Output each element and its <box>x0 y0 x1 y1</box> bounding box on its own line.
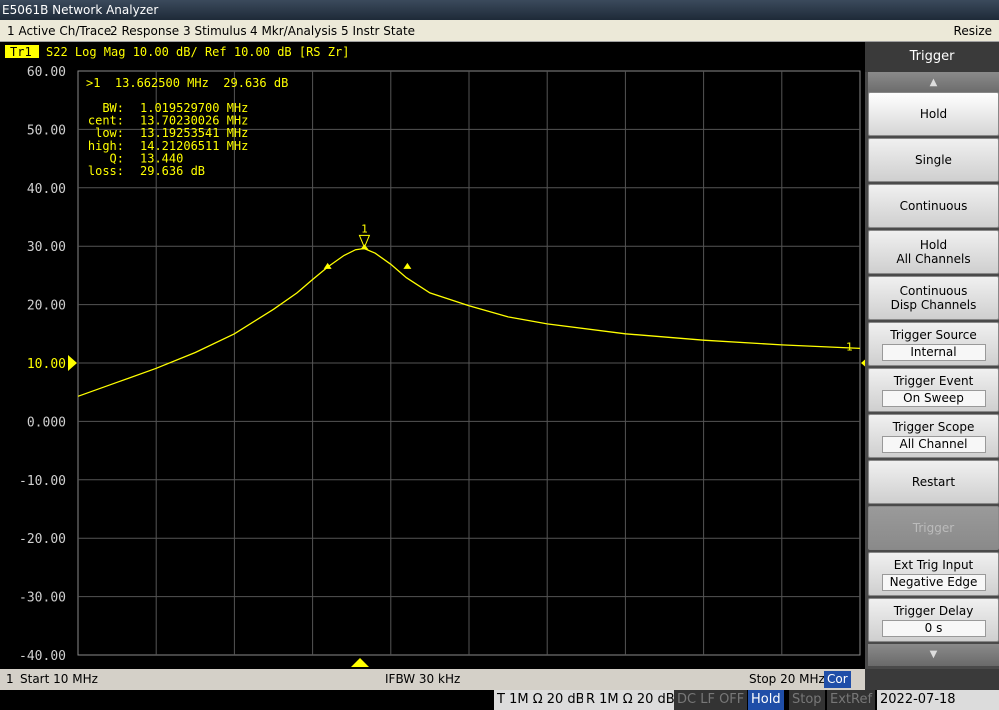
trigger-scope-value: All Channel <box>881 435 986 453</box>
y-tick-label: -30.00 <box>19 591 66 606</box>
menu-active-ch-trace[interactable]: 1 Active Ch/Trace <box>4 20 114 42</box>
menu-mkr-analysis[interactable]: 4 Mkr/Analysis <box>247 20 340 42</box>
ext-trig-value: Negative Edge <box>881 573 986 591</box>
cont-disp-label-2: Disp Channels <box>890 298 977 312</box>
stop-frequency[interactable]: Stop 20 MHz <box>749 669 825 690</box>
graticule <box>77 70 861 656</box>
t-port-status: T 1M Ω 20 dB <box>494 690 588 710</box>
instrument-status-bar: T 1M Ω 20 dB R 1M Ω 20 dB DC LF OFF Hold… <box>0 690 999 710</box>
continuous-button[interactable]: Continuous <box>868 184 999 228</box>
correction-badge: Cor <box>824 671 851 688</box>
scroll-down-button[interactable]: ▼ <box>868 644 999 666</box>
hold-label: Hold <box>919 107 948 121</box>
trace-end-label: 1 <box>846 340 853 353</box>
peak-point-icon <box>360 244 369 250</box>
triangle-up-icon: ▲ <box>929 77 938 88</box>
softkey-panel: Trigger ▲ Hold Single Continuous Hold Al… <box>865 42 999 669</box>
start-frequency[interactable]: Start 10 MHz <box>20 669 98 690</box>
bandwidth-marker-icon <box>323 262 332 269</box>
trigger-delay-button[interactable]: Trigger Delay 0 s <box>868 598 999 642</box>
bandwidth-marker-icon <box>403 262 412 269</box>
trigger-scope-button[interactable]: Trigger Scope All Channel <box>868 414 999 458</box>
trigger-delay-value: 0 s <box>881 619 986 637</box>
trigger-source-label: Trigger Source <box>890 327 977 342</box>
r-port-status: R 1M Ω 20 dB <box>583 690 678 710</box>
restart-label: Restart <box>911 475 956 489</box>
window-title: E5061B Network Analyzer <box>0 0 999 20</box>
softkey-title: Trigger <box>865 42 999 72</box>
channel-number: 1 <box>6 672 14 686</box>
ext-trig-label: Ext Trig Input <box>893 557 974 572</box>
y-tick-label: 0.000 <box>27 415 66 430</box>
menu-stimulus[interactable]: 3 Stimulus <box>180 20 250 42</box>
stat-name: loss: <box>88 164 124 178</box>
hold-status: Hold <box>748 690 784 710</box>
datetime: 2022-07-18 04:28 <box>877 690 999 710</box>
trigger-scope-label: Trigger Scope <box>892 419 975 434</box>
continuous-disp-channels-button[interactable]: Continuous Disp Channels <box>868 276 999 320</box>
hold-button[interactable]: Hold <box>868 92 999 136</box>
marker-layer: 11 <box>68 222 865 667</box>
hold-all-channels-button[interactable]: Hold All Channels <box>868 230 999 274</box>
restart-button[interactable]: Restart <box>868 460 999 504</box>
y-tick-label: 20.00 <box>27 299 66 314</box>
scroll-up-button[interactable]: ▲ <box>868 72 999 94</box>
trace-tag: Tr1 <box>10 45 32 59</box>
chart: 60.00 50.00 40.00 30.00 20.00 10.00 0.000 -10.0… <box>5 45 865 667</box>
trigger-label: Trigger <box>912 521 955 535</box>
y-tick-label: 40.00 <box>27 182 66 197</box>
active-marker-label: 1 <box>361 222 368 235</box>
y-tick-label: 10.00 <box>27 357 66 372</box>
trigger-source-value: Internal <box>881 343 986 361</box>
y-tick-labels: 60.00 50.00 40.00 30.00 20.00 10.00 0.000 -10.0… <box>19 65 66 664</box>
stat-value: 29.636 dB <box>140 164 205 178</box>
resize-button[interactable]: Resize <box>951 20 995 42</box>
extref-status: ExtRef <box>827 690 876 710</box>
status-corner <box>865 669 999 690</box>
trigger-source-button[interactable]: Trigger Source Internal <box>868 322 999 366</box>
hold-all-label-2: All Channels <box>896 252 971 266</box>
trace-display[interactable]: 60.00 50.00 40.00 30.00 20.00 10.00 0.000 -10.0… <box>0 42 865 669</box>
trigger-event-value: On Sweep <box>881 389 986 407</box>
cont-disp-label-1: Continuous <box>899 284 968 298</box>
menu-response[interactable]: 2 Response <box>107 20 182 42</box>
hold-all-label-1: Hold <box>919 238 948 252</box>
ref-level-left-arrow[interactable] <box>68 355 77 371</box>
trigger-button[interactable]: Trigger <box>868 506 999 550</box>
stop-status: Stop <box>789 690 825 710</box>
stimulus-marker-icon[interactable] <box>351 658 369 667</box>
single-label: Single <box>915 153 952 167</box>
trigger-event-button[interactable]: Trigger Event On Sweep <box>868 368 999 412</box>
y-tick-label: -10.00 <box>19 474 66 489</box>
y-tick-label: -20.00 <box>19 532 66 547</box>
channel-status-bar: 1 Start 10 MHz IFBW 30 kHz Stop 20 MHz C… <box>0 669 865 690</box>
trigger-event-label: Trigger Event <box>893 373 974 388</box>
y-tick-label: 50.00 <box>27 123 66 138</box>
y-tick-label: 60.00 <box>27 65 66 80</box>
triangle-down-icon: ▼ <box>929 649 938 660</box>
trigger-delay-label: Trigger Delay <box>893 603 974 618</box>
marker-readout: >1 13.662500 MHz 29.636 dB <box>86 76 288 90</box>
ext-trig-input-button[interactable]: Ext Trig Input Negative Edge <box>868 552 999 596</box>
single-button[interactable]: Single <box>868 138 999 182</box>
menu-bar: 1 Active Ch/Trace 2 Response 3 Stimulus … <box>0 20 999 42</box>
y-tick-label: 30.00 <box>27 240 66 255</box>
continuous-label: Continuous <box>899 199 968 213</box>
ifbw-label[interactable]: IFBW 30 kHz <box>385 669 460 690</box>
marker-stats: BW: 1.019529700 MHzcent: 13.70230026 MHzlo… <box>88 101 249 178</box>
trace-header: S22 Log Mag 10.00 dB/ Ref 10.00 dB [RS Z… <box>46 45 349 59</box>
y-tick-label: -40.00 <box>19 649 66 664</box>
dc-lf-status: DC LF OFF <box>674 690 748 710</box>
menu-instr-state[interactable]: 5 Instr State <box>338 20 418 42</box>
